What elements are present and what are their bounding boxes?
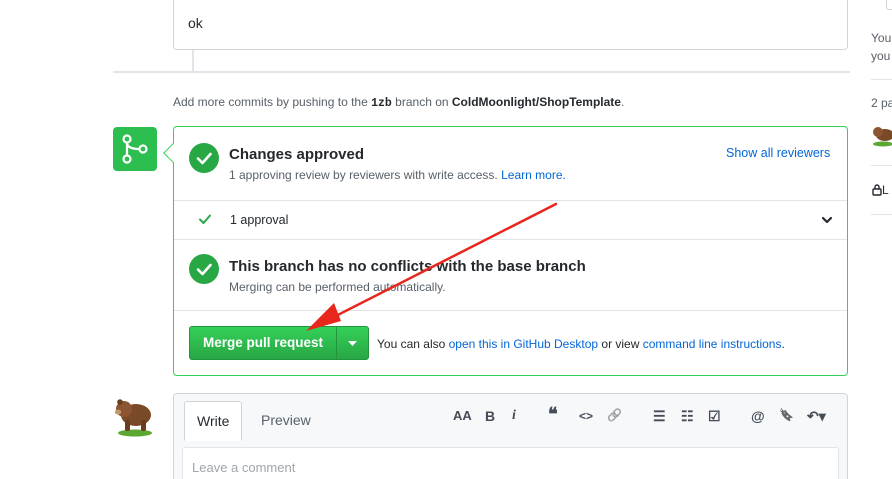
git-merge-icon	[122, 134, 148, 164]
avatar[interactable]	[113, 393, 158, 438]
link-icon[interactable]: 🔗	[607, 408, 622, 422]
check-circle-icon	[189, 254, 219, 284]
previous-comment-body: ok	[173, 0, 848, 50]
review-subtitle: 1 approving review by reviewers with wri…	[229, 168, 566, 182]
quote-icon[interactable]: ❝	[548, 404, 558, 425]
right-sidebar: You you 2 pa L	[866, 0, 892, 479]
repo-name: ColdMoonlight/ShopTemplate	[451, 95, 621, 109]
lock-conversation-label[interactable]: L	[882, 183, 889, 197]
merge-status-badge	[113, 127, 157, 171]
triangle-down-icon	[348, 341, 357, 346]
review-status: Changes approved 1 approving review by r…	[174, 127, 847, 199]
lock-icon	[872, 184, 882, 196]
approval-row[interactable]: 1 approval	[174, 201, 847, 239]
timeline-separator	[113, 71, 850, 73]
comment-placeholder: Leave a comment	[192, 460, 296, 475]
comment-textarea[interactable]: Leave a comment	[182, 447, 839, 479]
merge-pull-request-button[interactable]: Merge pull request	[189, 326, 337, 360]
command-line-instructions-link[interactable]: command line instructions	[643, 337, 782, 351]
tab-write[interactable]: Write	[184, 401, 243, 441]
chevron-down-icon[interactable]	[820, 213, 834, 227]
conflict-subtitle: Merging can be performed automatically.	[229, 280, 446, 294]
participants-label: 2 pa	[871, 96, 892, 110]
open-in-desktop-link[interactable]: open this in GitHub Desktop	[449, 337, 598, 351]
mention-icon[interactable]: @	[751, 408, 765, 424]
task-list-icon[interactable]: ☑	[708, 408, 721, 425]
check-icon	[199, 214, 211, 224]
reply-dropdown-icon[interactable]: ↶▾	[807, 408, 826, 425]
merge-box: Changes approved 1 approving review by r…	[163, 126, 848, 376]
approval-count: 1 approval	[230, 213, 289, 227]
italic-icon[interactable]: i	[512, 408, 516, 424]
merge-alternatives: You can also open this in GitHub Desktop…	[377, 337, 785, 351]
numbered-list-icon[interactable]: ☷	[681, 408, 694, 425]
code-icon[interactable]: <>	[579, 409, 593, 423]
saved-reply-icon[interactable]: 🔖	[779, 408, 794, 422]
tab-preview[interactable]: Preview	[249, 401, 323, 441]
conflict-title: This branch has no conflicts with the ba…	[229, 258, 586, 275]
check-circle-icon	[189, 143, 219, 173]
bold-icon[interactable]: B	[485, 408, 495, 424]
merge-method-dropdown[interactable]	[336, 326, 369, 360]
heading-icon[interactable]: AA	[453, 408, 472, 423]
sidebar-button[interactable]	[886, 0, 892, 10]
branch-name: 1zb	[371, 97, 392, 110]
comment-editor: Write Preview AA B i ❝ <> 🔗 ☰ ☷ ☑ @ 🔖 ↶▾…	[173, 393, 848, 479]
participant-avatar[interactable]	[871, 123, 892, 147]
push-hint: Add more commits by pushing to the 1zb b…	[173, 95, 625, 110]
sidebar-text: You	[871, 31, 892, 45]
show-all-reviewers-link[interactable]: Show all reviewers	[726, 146, 830, 160]
divider	[174, 310, 847, 311]
timeline-line	[192, 50, 194, 72]
learn-more-link[interactable]: Learn more.	[501, 168, 566, 182]
sidebar-divider	[871, 79, 892, 80]
conflict-status: This branch has no conflicts with the ba…	[174, 240, 847, 310]
previous-comment-text: ok	[188, 15, 203, 31]
sidebar-text: you	[871, 49, 891, 63]
sidebar-divider	[871, 165, 892, 166]
review-title: Changes approved	[229, 146, 365, 163]
sidebar-divider	[871, 214, 892, 215]
bullet-list-icon[interactable]: ☰	[653, 408, 666, 425]
